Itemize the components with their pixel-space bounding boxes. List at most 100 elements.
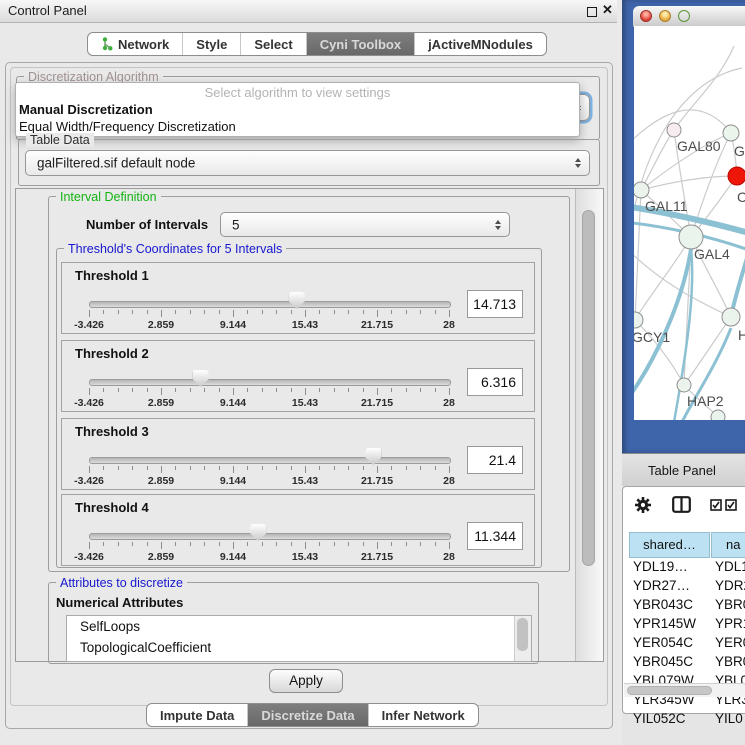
tab-select[interactable]: Select [240,33,305,55]
dropdown-option-manual-discretization[interactable]: Manual Discretization [16,101,579,118]
zoom-traffic-light-icon[interactable] [678,10,690,22]
table-row[interactable]: YDL19…YDL1 [622,559,745,578]
table-row[interactable]: YIL052CYIL0 [622,711,745,730]
tick-mark [132,466,133,470]
tick-mark [89,466,90,473]
numerical-attributes-label: Numerical Attributes [56,595,183,610]
tick-mark [103,310,104,314]
tab-label: jActiveMNodules [428,37,533,52]
tab-label: Style [196,37,227,52]
tick-mark [276,542,277,546]
horizontal-scrollbar-thumb[interactable] [627,686,712,695]
column-header-name[interactable]: na [711,532,745,558]
vertical-scrollbar-thumb[interactable] [582,210,595,566]
tick-mark [391,542,392,546]
tab-label: Impute Data [160,708,234,723]
tab-network[interactable]: Network [88,33,182,55]
attributes-scrollbar-thumb[interactable] [517,618,528,651]
tick-mark [305,310,306,317]
tick-mark [305,542,306,549]
algorithm-dropdown-popup: Select algorithm to view settingsManual … [15,82,580,137]
node-table: shared… na YDL19…YDL1YDR27…YDR2YBR043CYB… [622,486,745,714]
tick-mark [363,466,364,470]
tick-mark [247,466,248,470]
tick-mark [204,310,205,314]
tab-style[interactable]: Style [182,33,240,55]
node-bottom[interactable] [711,410,725,420]
table-row[interactable]: YER054CYER0 [622,635,745,654]
apply-button[interactable]: Apply [269,669,343,693]
threshold-2-slider-track[interactable] [89,379,451,386]
float-window-icon[interactable] [587,7,597,17]
tick-mark [147,466,148,470]
node-top-right[interactable] [723,125,739,141]
attribute-item-topologicalcoefficient[interactable]: TopologicalCoefficient [67,637,531,658]
node-hap2[interactable] [677,378,691,392]
tick-mark [175,466,176,470]
column-header-shared[interactable]: shared… [629,532,710,558]
tick-mark [89,388,90,395]
screen: Control Panel ✕ Network Style SelectCyni T… [0,0,745,745]
tick-label: 21.715 [347,319,407,331]
network-edge [674,46,734,130]
threshold-3-slider-track[interactable] [89,457,451,464]
checkbox-icon[interactable] [710,499,722,511]
threshold-4-slider-track[interactable] [89,533,451,540]
tab-jactivemnodules[interactable]: jActiveMNodules [414,33,546,55]
close-traffic-light-icon[interactable] [640,10,652,22]
tick-mark [363,388,364,392]
attribute-item-selfloops[interactable]: SelfLoops [67,616,531,637]
threshold-3-label: Threshold 3 [75,424,149,439]
table-row[interactable]: YBR043CYBR0 [622,597,745,616]
tick-mark [247,542,248,546]
tick-label: 15.43 [275,319,335,331]
gear-icon[interactable] [634,496,652,514]
close-icon[interactable]: ✕ [602,2,613,18]
tick-label: 28 [419,551,479,563]
table-row[interactable]: YBR045CYBR0 [622,654,745,673]
tick-mark [391,466,392,470]
tick-mark [118,466,119,470]
minimize-traffic-light-icon[interactable] [659,10,671,22]
dropdown-option-equal-width-frequency-discretization[interactable]: Equal Width/Frequency Discretization [16,118,579,135]
cell-shared-name: YDL19… [633,559,688,574]
numerical-attributes-list[interactable]: SelfLoopsTopologicalCoefficientBetweenne… [66,615,532,662]
node-gal80[interactable] [667,123,681,137]
threshold-3-value-field[interactable]: 21.4 [467,446,523,474]
checkbox-icon[interactable] [725,499,737,511]
tick-mark [319,310,320,314]
attribute-item-betweennesscentrality[interactable]: BetweennessCentrality [67,658,531,662]
network-window-titlebar[interactable] [633,6,745,27]
table-row[interactable]: YPR145WYPR1 [622,616,745,635]
node-gcy1[interactable] [634,312,643,328]
tab-impute-data[interactable]: Impute Data [147,704,247,726]
threshold-1-value-field[interactable]: 14.713 [467,290,523,318]
tick-label: 28 [419,397,479,409]
tick-mark [334,310,335,314]
tab-discretize-data[interactable]: Discretize Data [247,704,367,726]
tick-mark [391,310,392,314]
tick-mark [118,388,119,392]
table-row[interactable]: YDR27…YDR2 [622,578,745,597]
tick-mark [161,310,162,317]
split-columns-icon[interactable] [672,496,691,513]
tick-label: 9.144 [203,319,263,331]
cell-shared-name: YPR145W [633,616,696,631]
node-red[interactable] [728,167,745,185]
control-panel-titlebar: Control Panel [0,0,617,23]
tick-mark [89,542,90,549]
tab-infer-network[interactable]: Infer Network [368,704,478,726]
threshold-4-label: Threshold 4 [75,500,149,515]
network-canvas[interactable]: GAL80GACGAL11GAL4GCY1HHAP2 [634,26,745,420]
node-gal11[interactable] [634,182,649,198]
table-data-combo[interactable]: galFiltered.sif default node [25,150,590,176]
node-h[interactable] [722,308,740,326]
tab-cyni-toolbox[interactable]: Cyni Toolbox [306,33,414,55]
threshold-2-value-field[interactable]: 6.316 [467,368,523,396]
number-of-intervals-combo[interactable]: 5 [220,212,510,237]
network-edge [641,176,737,190]
threshold-4-value-field[interactable]: 11.344 [467,522,523,550]
thresholds-title: Threshold's Coordinates for 5 Intervals [64,242,286,256]
threshold-1-slider-track[interactable] [89,301,451,308]
bottom-tab-bar: Impute Data Discretize DataInfer Network [146,703,479,727]
